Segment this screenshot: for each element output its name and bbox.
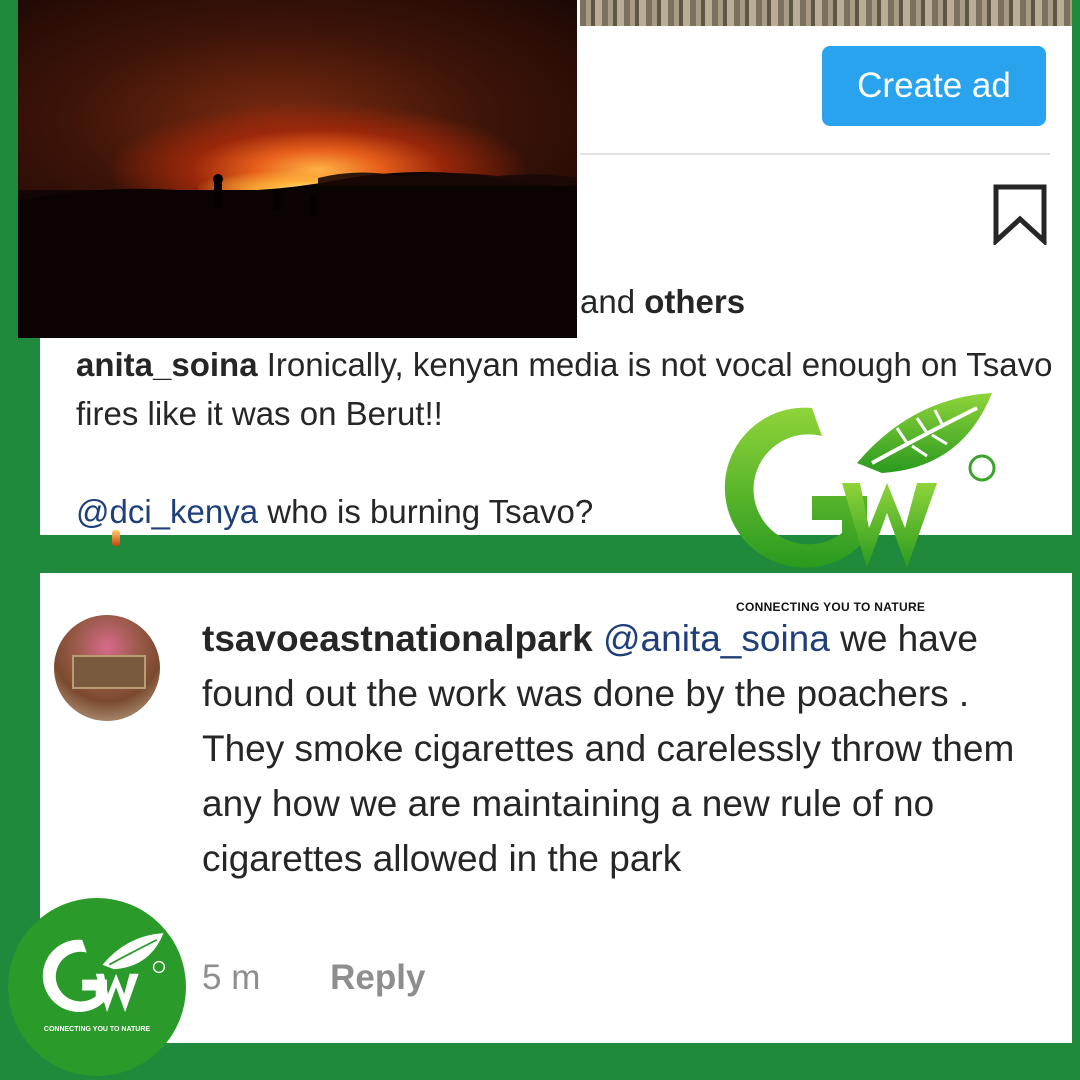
small-flame-icon <box>112 530 120 546</box>
likes-prefix: and <box>580 283 645 320</box>
reply-meta: 5 m Reply <box>202 958 425 998</box>
divider <box>580 153 1050 155</box>
gw-logo-icon <box>724 393 996 568</box>
image-strip <box>580 0 1072 26</box>
likes-others-link[interactable]: others <box>644 283 745 320</box>
gw-badge-logo-icon <box>42 933 166 1013</box>
fire-photo <box>18 0 577 338</box>
reply-timestamp: 5 m <box>202 958 261 997</box>
avatar[interactable] <box>54 615 160 721</box>
comment-username[interactable]: anita_soina <box>76 346 258 383</box>
reply-screenshot: tsavoeastnationalpark @anita_soina we ha… <box>40 573 1072 1043</box>
create-ad-button[interactable]: Create ad <box>822 46 1046 126</box>
logo-tagline: CONNECTING YOU TO NATURE <box>736 600 926 614</box>
likes-line: and others <box>580 283 745 321</box>
fire-silhouettes <box>18 171 577 338</box>
bookmark-icon[interactable] <box>992 183 1048 245</box>
reply-mention[interactable]: @anita_soina <box>603 618 830 659</box>
comment-mention[interactable]: @dci_kenya <box>76 493 258 530</box>
gw-badge: CONNECTING YOU TO NATURE <box>8 898 186 1076</box>
reply-comment: tsavoeastnationalpark @anita_soina we ha… <box>202 611 1052 886</box>
badge-tagline: CONNECTING YOU TO NATURE <box>43 1026 151 1033</box>
comment-text-2: who is burning Tsavo? <box>258 493 594 530</box>
reply-username[interactable]: tsavoeastnationalpark <box>202 618 593 659</box>
reply-button[interactable]: Reply <box>330 958 425 997</box>
avatar-sign <box>72 655 146 689</box>
